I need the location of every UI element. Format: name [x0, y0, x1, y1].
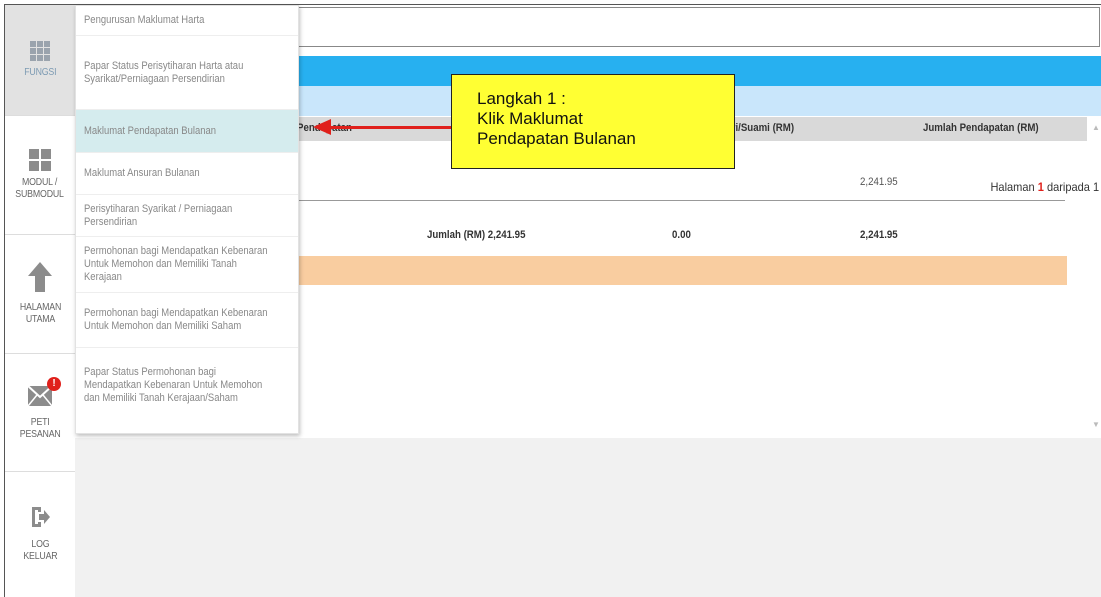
pager-suffix: daripada 1 [1046, 180, 1099, 194]
sidebar-label-log: LOG KELUAR [22, 539, 58, 562]
sidebar-label-fungsi: FUNGSI [23, 67, 57, 78]
pagination-info: Halaman 1 daripada 1 [990, 180, 1099, 194]
scroll-up-arrow-icon[interactable]: ▲ [1092, 123, 1100, 132]
fungsi-dropdown-menu: Pengurusan Maklumat Harta Papar Status P… [75, 5, 299, 434]
callout-line-1: Langkah 1 : [477, 89, 566, 108]
menu-item-label: Permohonan bagi Mendapatkan Kebenaran Un… [84, 245, 268, 283]
callout-line-3: Pendapatan Bulanan [477, 129, 636, 148]
instruction-callout: Langkah 1 : Klik Maklumat Pendapatan Bul… [451, 74, 735, 169]
column-header-jumlah-pendapatan: Jumlah Pendapatan (RM) [923, 122, 1039, 134]
menu-item-label: Perisytiharan Syarikat / Perniagaan Pers… [84, 202, 233, 228]
menu-item-permohonan-tanah-kerajaan[interactable]: Permohonan bagi Mendapatkan Kebenaran Un… [76, 237, 298, 293]
footer-total-label: Jumlah (RM) 2,241.95 [427, 229, 526, 241]
menu-item-papar-status-permohonan[interactable]: Papar Status Permohonan bagi Mendapatkan… [76, 348, 298, 422]
menu-item-label: Maklumat Pendapatan Bulanan [84, 124, 217, 137]
pager-prefix: Halaman [990, 180, 1035, 194]
sidebar-item-fungsi[interactable]: FUNGSI [5, 5, 75, 116]
footer-isteri-total: 0.00 [672, 229, 691, 241]
footer-grand-total: 2,241.95 [860, 229, 898, 241]
menu-item-permohonan-saham[interactable]: Permohonan bagi Mendapatkan Kebenaran Un… [76, 293, 298, 348]
logout-icon [30, 505, 50, 533]
menu-item-label: Papar Status Perisytiharan Harta atau Sy… [84, 59, 244, 85]
left-sidebar: FUNGSI MODUL / SUBMODUL HALAMAN UTAMA ! … [5, 5, 75, 597]
menu-item-pengurusan-maklumat-harta[interactable]: Pengurusan Maklumat Harta [76, 6, 298, 36]
mail-icon: ! [27, 377, 61, 411]
menu-item-maklumat-pendapatan-bulanan[interactable]: Maklumat Pendapatan Bulanan [76, 110, 298, 153]
callout-line-2: Klik Maklumat [477, 109, 583, 128]
notification-badge: ! [47, 377, 61, 391]
sidebar-item-log-keluar[interactable]: LOG KELUAR [5, 471, 75, 597]
sidebar-item-halaman-utama[interactable]: HALAMAN UTAMA [5, 234, 75, 354]
modules-icon [29, 148, 51, 171]
sidebar-label-modul: MODUL / SUBMODUL [15, 176, 65, 200]
sidebar-item-peti-pesanan[interactable]: ! PETI PESANAN [5, 353, 75, 472]
sidebar-label-halaman: HALAMAN UTAMA [19, 301, 61, 325]
menu-item-label: Pengurusan Maklumat Harta [84, 14, 205, 26]
menu-item-label: Maklumat Ansuran Bulanan [84, 167, 200, 179]
grid-icon [30, 41, 50, 61]
home-icon [28, 261, 52, 296]
scroll-down-arrow-icon[interactable]: ▼ [1092, 420, 1100, 429]
menu-item-papar-status-perisytiharan[interactable]: Papar Status Perisytiharan Harta atau Sy… [76, 36, 298, 110]
menu-item-label: Permohonan bagi Mendapatkan Kebenaran Un… [84, 307, 268, 332]
callout-arrow-line [330, 126, 454, 129]
menu-item-label: Papar Status Permohonan bagi Mendapatkan… [84, 365, 263, 404]
callout-arrow-head-icon [313, 119, 331, 135]
sidebar-item-modul-submodul[interactable]: MODUL / SUBMODUL [5, 115, 75, 235]
main-background [75, 438, 1101, 597]
row-jumlah-pendapatan: 2,241.95 [860, 176, 898, 188]
sidebar-label-peti: PETI PESANAN [19, 417, 61, 440]
pager-current-page: 1 [1037, 180, 1044, 194]
menu-item-perisytiharan-syarikat[interactable]: Perisytiharan Syarikat / Perniagaan Pers… [76, 195, 298, 237]
menu-item-maklumat-ansuran-bulanan[interactable]: Maklumat Ansuran Bulanan [76, 153, 298, 195]
